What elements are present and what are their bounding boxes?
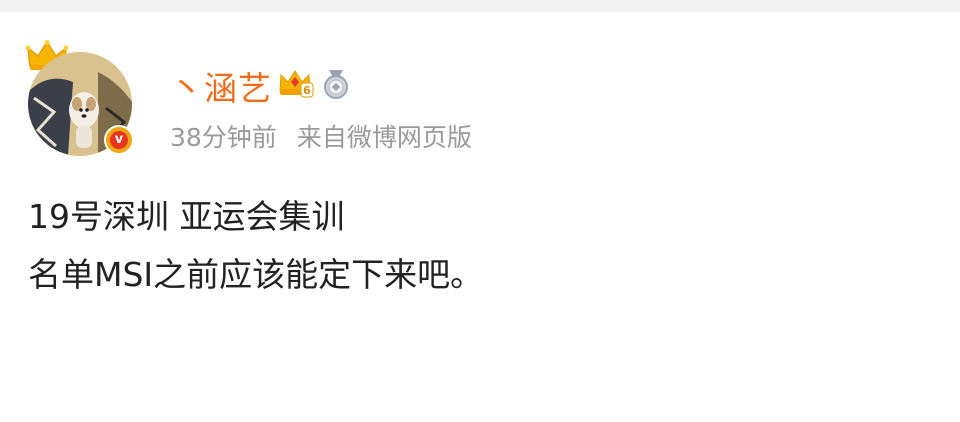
post-content-line-1: 19号深圳 亚运会集训 xyxy=(28,197,345,236)
post-content-line-2: 名单MSI之前应该能定下来吧。 xyxy=(28,255,484,294)
avatar-container[interactable]: v xyxy=(26,40,138,160)
post-content: 19号深圳 亚运会集训 名单MSI之前应该能定下来吧。 xyxy=(28,188,928,304)
crown-level-badge-icon[interactable]: 6 xyxy=(278,68,314,104)
post-time[interactable]: 38分钟前 xyxy=(170,118,277,154)
post-meta: 38分钟前 来自微博网页版 xyxy=(170,120,472,152)
verified-mark: v xyxy=(110,131,128,149)
weibo-post-card: v 丶涵艺 6 38分钟前 来自微博网页版 19号深圳 亚运会集训 名单MSI之… xyxy=(0,12,960,422)
username-row: 丶涵艺 6 xyxy=(170,64,352,108)
top-divider-bar xyxy=(0,0,960,12)
post-source: 来自微博网页版 xyxy=(296,123,472,152)
level-badge-number: 6 xyxy=(303,84,311,97)
username[interactable]: 丶涵艺 xyxy=(170,62,272,110)
verified-icon: v xyxy=(104,125,134,155)
medal-badge-icon[interactable] xyxy=(320,68,352,104)
